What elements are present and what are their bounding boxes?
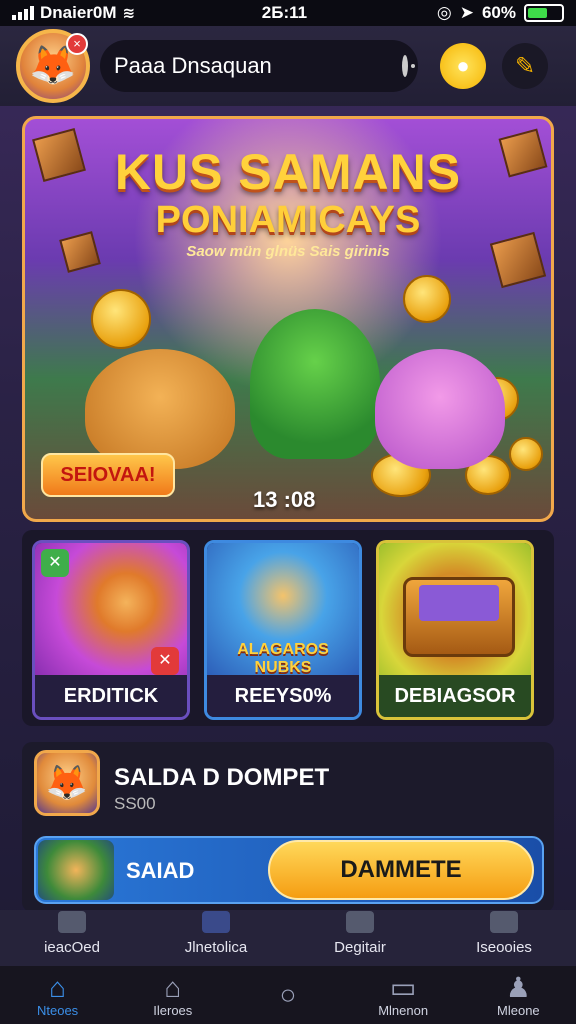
bottom-nav-label: Nteoes <box>36 1002 79 1018</box>
gold-coin-icon <box>91 289 151 349</box>
bottom-nav: ⌂ Nteoes ⌂ Ileroes ○ ▭ Mlnenon ♟ Mleone <box>0 966 576 1024</box>
close-badge-icon: ✕ <box>151 647 179 675</box>
sub-nav-label: Jlnetolica <box>184 939 248 956</box>
wallet-balance-bar: SAIAD DAMMETE <box>34 836 544 904</box>
user-icon: ♟ <box>505 971 531 1003</box>
fox-avatar-icon: 🦊 <box>45 764 89 802</box>
bottom-nav-heroes[interactable]: ⌂ Ileroes <box>118 971 228 1018</box>
fox-character-icon <box>85 349 235 469</box>
wallet-balance-label: SAIAD <box>126 858 195 883</box>
bottom-nav-label: Ileroes <box>153 1002 193 1018</box>
home-outline-icon: ⌂ <box>164 971 182 1003</box>
home-icon: ⌂ <box>49 971 67 1003</box>
wallet-icon <box>490 911 518 933</box>
treasure-chest-icon <box>379 543 531 675</box>
hero-title: KUS SAMANS <box>114 144 462 200</box>
category-row: ✕ ✕ ERDITICK ALAGAROS NUBKS REEYS0% DEBI… <box>22 530 554 726</box>
bottom-nav-label: Mleone <box>497 1002 540 1018</box>
sub-nav-item-1[interactable]: ieacOed <box>2 911 142 956</box>
search-icon: ○ <box>279 979 297 1010</box>
category-label: DEBIAGSOR <box>379 675 531 717</box>
sub-nav-label: Degitair <box>334 939 386 956</box>
tablet-icon <box>202 911 230 933</box>
sub-nav-label: Iseooies <box>476 939 532 956</box>
hero-banner[interactable]: KUS SAMANS PONIAMICAYS Saow mün glnüs Sa… <box>22 116 554 522</box>
home-icon <box>58 911 86 933</box>
sub-nav-item-2[interactable]: Jlnetolica <box>146 911 286 956</box>
location-icon: ➤ <box>459 3 474 22</box>
wallet-avatar: 🦊 <box>34 750 100 816</box>
bottom-nav-profile[interactable]: ♟ Mleone <box>463 971 573 1018</box>
sub-nav-label: ieacOed <box>44 939 100 956</box>
book-icon: ▭ <box>389 971 417 1003</box>
category-label: REEYS0% <box>207 675 359 717</box>
category-card-erditick[interactable]: ✕ ✕ ERDITICK <box>32 540 190 720</box>
carrier-name: Dnaier0M <box>40 3 117 22</box>
bottom-nav-label: Mlnenon <box>378 1002 429 1018</box>
bottom-nav-search[interactable]: ○ <box>233 980 343 1010</box>
pink-creature-icon <box>375 349 505 469</box>
gold-coin-icon <box>403 275 451 323</box>
hero-subtitle: PONIAMICAYS <box>155 199 421 241</box>
search-box[interactable] <box>100 40 418 92</box>
status-right: ◎ ➤ 60% <box>437 3 564 23</box>
wifi-icon: ≋ <box>122 5 136 22</box>
hero-timer: 13 :08 <box>253 487 316 512</box>
bag-icon <box>346 911 374 933</box>
sub-nav-item-4[interactable]: Iseooies <box>434 911 574 956</box>
search-icon[interactable] <box>402 55 415 77</box>
coin-icon: ● <box>456 53 470 78</box>
wallet-amount: SS00 <box>114 794 156 813</box>
battery-text: 60% <box>481 3 516 22</box>
wallet-title: SALDA D DOMPET <box>114 764 330 791</box>
bottom-nav-home[interactable]: ⌂ Nteoes <box>3 971 113 1018</box>
secondary-nav: ieacOed Jlnetolica Degitair Iseooies <box>0 910 576 966</box>
battery-icon <box>524 4 564 22</box>
wallet-thumbnail-icon <box>38 840 114 900</box>
status-left: Dnaier0M ≋ <box>12 3 212 23</box>
tree-character-icon <box>250 309 380 459</box>
sword-badge-icon: ✕ <box>41 549 69 577</box>
deposit-button[interactable]: DAMMETE <box>268 840 534 900</box>
category-art-text: ALAGAROS NUBKS <box>237 641 329 676</box>
status-time: 2Б:11 <box>261 3 308 22</box>
status-bar: Dnaier0M ≋ 2Б:11 ◎ ➤ 60% <box>0 0 576 26</box>
pencil-icon: ✎ <box>514 52 536 80</box>
category-card-debiagsor[interactable]: DEBIAGSOR <box>376 540 534 720</box>
signal-icon <box>12 6 34 20</box>
app-header: 🦊 × ● ✎ <box>0 26 576 106</box>
hero-cta-button[interactable]: SEIOVAA! <box>41 453 175 497</box>
sub-nav-item-3[interactable]: Degitair <box>290 911 430 956</box>
gold-coin-icon <box>509 437 543 471</box>
search-input[interactable] <box>114 53 402 79</box>
notification-badge-icon: × <box>66 33 88 55</box>
coin-button[interactable]: ● <box>440 43 486 89</box>
bottom-nav-library[interactable]: ▭ Mlnenon <box>348 971 458 1018</box>
category-label: ERDITICK <box>35 675 187 717</box>
alarm-icon: ◎ <box>436 3 452 22</box>
edit-button[interactable]: ✎ <box>502 43 548 89</box>
profile-avatar[interactable]: 🦊 × <box>16 29 90 103</box>
wallet-card: 🦊 SALDA D DOMPET SS00 SAIAD DAMMETE <box>22 742 554 912</box>
hero-tagline: Saow mün glnüs Sais girinis <box>186 243 390 260</box>
category-card-reeys[interactable]: ALAGAROS NUBKS REEYS0% <box>204 540 362 720</box>
